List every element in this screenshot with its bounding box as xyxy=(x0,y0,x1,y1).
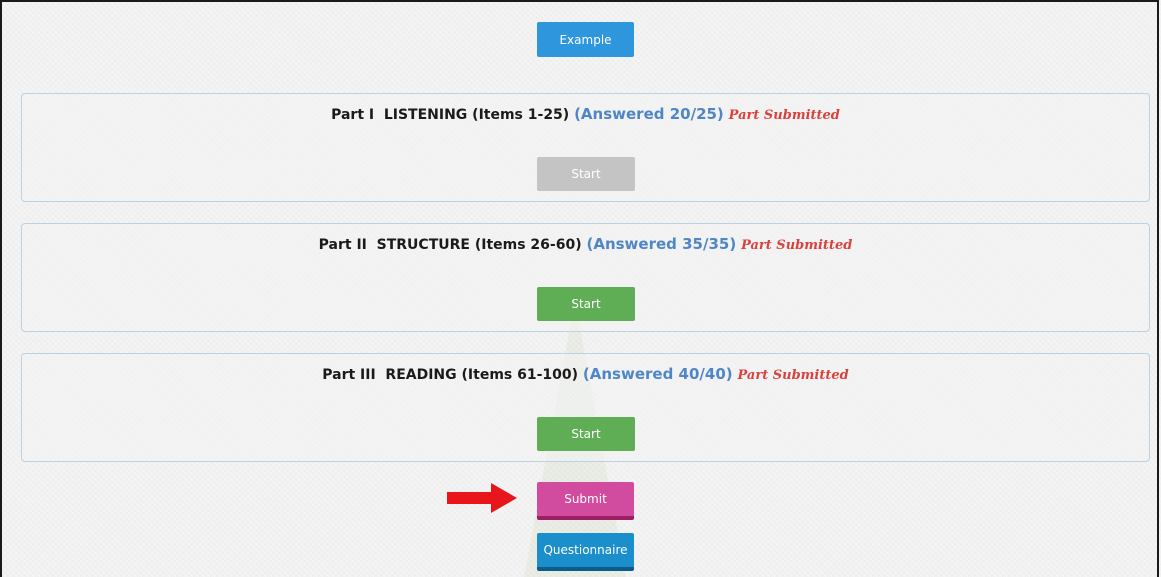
part-panel-listening: Part I LISTENING (Items 1-25) (Answered … xyxy=(21,93,1150,202)
example-button[interactable]: Example xyxy=(537,22,634,57)
part-title-row: Part II STRUCTURE (Items 26-60) (Answere… xyxy=(22,235,1149,253)
part-title: Part I LISTENING (Items 1-25) xyxy=(331,107,570,123)
part-submitted-status: Part Submitted xyxy=(741,238,853,253)
part-title-row: Part III READING (Items 61-100) (Answere… xyxy=(22,365,1149,383)
start-button-reading[interactable]: Start xyxy=(537,417,635,451)
part-submitted-status: Part Submitted xyxy=(728,108,840,123)
start-button-listening[interactable]: Start xyxy=(537,157,635,191)
questionnaire-button[interactable]: Questionnaire xyxy=(537,533,634,571)
start-button-structure[interactable]: Start xyxy=(537,287,635,321)
part-submitted-status: Part Submitted xyxy=(737,368,849,383)
part-title-row: Part I LISTENING (Items 1-25) (Answered … xyxy=(22,105,1149,123)
part-panel-reading: Part III READING (Items 61-100) (Answere… xyxy=(21,353,1150,462)
part-title: Part III READING (Items 61-100) xyxy=(322,367,579,383)
answered-count: (Answered 40/40) xyxy=(582,365,733,383)
answered-count: (Answered 20/25) xyxy=(574,105,724,123)
red-arrow-icon xyxy=(447,483,517,513)
answered-count: (Answered 35/35) xyxy=(586,235,737,253)
submit-button[interactable]: Submit xyxy=(537,482,634,520)
part-panel-structure: Part II STRUCTURE (Items 26-60) (Answere… xyxy=(21,223,1150,332)
part-title: Part II STRUCTURE (Items 26-60) xyxy=(318,237,582,253)
